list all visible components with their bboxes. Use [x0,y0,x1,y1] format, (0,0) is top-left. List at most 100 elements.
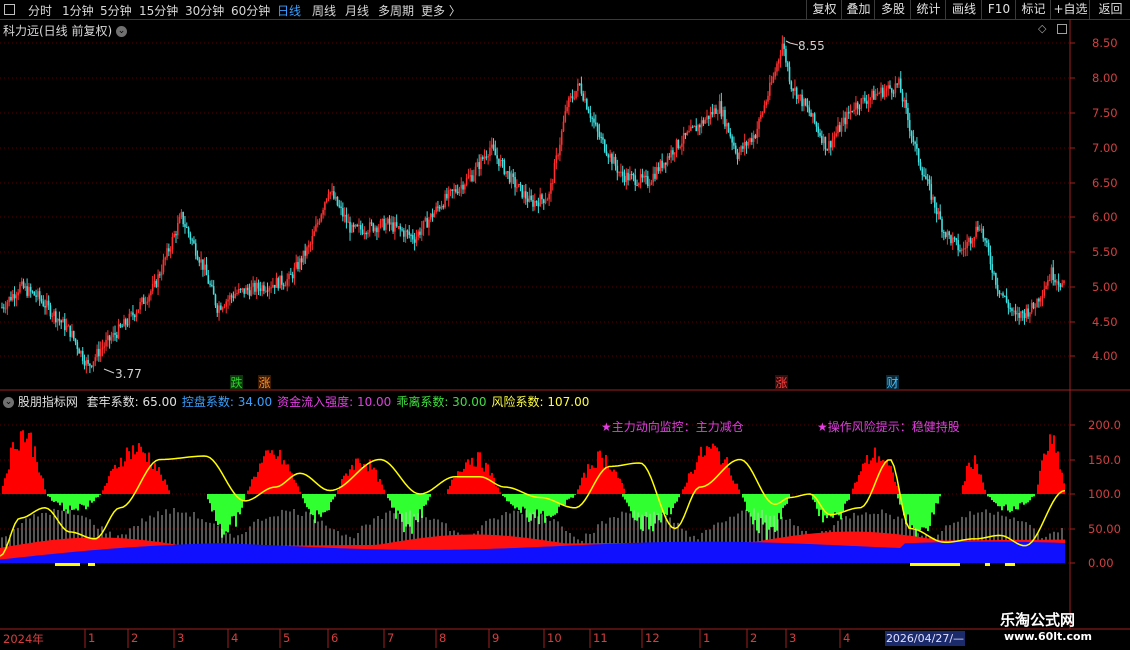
chevron-down-icon[interactable]: ⌄ [3,397,14,408]
toolbar-button-5[interactable]: F10 [981,0,1016,19]
candle-body [291,274,294,279]
candle-body [535,200,538,203]
toolbar-button-4[interactable]: 画线 [945,0,982,19]
candle-body [252,282,254,287]
toolbar-button-1[interactable]: 叠加 [841,0,875,19]
indicator-green-bar [1019,494,1021,504]
candle-body [797,94,800,100]
candle-body [871,90,873,98]
toolbar-button-2[interactable]: 多股 [874,0,911,19]
candle-body [403,230,405,237]
timeframe-2[interactable]: 5分钟 [100,2,132,19]
candle-body [169,249,172,252]
timeframe-8[interactable]: 月线 [345,2,369,19]
candle-body [426,217,428,228]
indicator-red-bar [128,451,130,494]
indicator-red-bar [886,459,888,494]
indicator-red-bar [962,485,964,494]
indicator-red-bar [455,477,457,494]
indicator-green-bar [1007,494,1009,511]
timeframe-7[interactable]: 周线 [312,2,336,19]
candle-body [133,315,136,318]
candle-body [67,325,70,327]
timeframe-0[interactable]: 分时 [28,2,52,19]
indicator-green-bar [91,494,93,503]
toolbar-button-3[interactable]: 统计 [910,0,946,19]
candle-body [51,315,54,317]
diamond-icon[interactable]: ◇ [1038,22,1046,35]
square-icon[interactable] [4,4,15,15]
candle-body [573,98,576,100]
candle-body [116,334,118,338]
candle-body [126,324,129,326]
candle-body [514,176,516,188]
candle-body [876,93,879,95]
indicator-red-bar [1063,483,1065,494]
candle-body [451,189,454,191]
candle-body [625,172,628,183]
candle-body [792,88,794,91]
candle-body [627,172,629,181]
indicator-green-bar [79,494,81,504]
candle-body [336,196,339,206]
candle-body [586,99,588,110]
indicator-red-bar [579,485,581,494]
indicator-green-bar [939,494,941,497]
candle-body [313,231,315,237]
candle-body [202,259,204,270]
indicator-red-bar [10,447,12,494]
toolbar-button-6[interactable]: 标记 [1015,0,1051,19]
timeframe-4[interactable]: 30分钟 [185,2,224,19]
candle-body [284,285,287,287]
candle-body [63,318,66,331]
candle-body [846,112,848,125]
indicator-green-bar [830,494,832,517]
candle-body [684,133,687,136]
close-panel-icon[interactable] [1057,24,1067,34]
candle-body [532,199,534,207]
candle-body [722,109,724,117]
candle-body [92,361,95,367]
indicator-green-bar [391,494,393,508]
candle-body [921,168,924,176]
candle-body [853,109,855,112]
candle-body [90,365,93,367]
indicator-green-bar [626,494,628,503]
indicator-red-bar [888,465,890,494]
date-axis-label: 1 [88,631,96,645]
indicator-red-bar [1043,453,1045,494]
candle-body [15,295,18,299]
candle-body [578,83,581,85]
indicator-red-bar [724,459,726,494]
timeframe-9[interactable]: 多周期 [378,2,414,19]
candle-body [352,224,355,227]
candle-body [230,295,233,297]
candle-body [709,111,712,120]
candle-body [394,222,396,232]
candle-body [612,156,615,164]
candle-body [270,287,272,289]
timeframe-10[interactable]: 更多 〉 [421,2,461,19]
candle-body [673,152,676,155]
toolbar-button-7[interactable]: +自选 [1050,0,1090,19]
timeframe-5[interactable]: 60分钟 [231,2,270,19]
candle-body [200,259,202,263]
toolbar-button-0[interactable]: 复权 [806,0,842,19]
candle-body [1023,313,1026,319]
timeframe-1[interactable]: 1分钟 [62,2,94,19]
chevron-down-icon[interactable]: ⌄ [116,26,128,37]
indicator-red-bar [471,457,473,494]
candle-body [957,240,959,251]
high-price-label: 8.55 [798,39,825,53]
indicator-green-bar [834,494,836,513]
toolbar-button-8[interactable]: 返回 [1089,0,1130,19]
indicator-red-bar [730,475,732,494]
timeframe-3[interactable]: 15分钟 [139,2,178,19]
indicator-red-bar [732,480,734,494]
indicator-red-bar [42,478,44,494]
indicator-green-bar [560,494,562,504]
candle-body [720,101,723,117]
timeframe-6[interactable]: 日线 [277,2,301,19]
candle-body [849,110,852,114]
indicator-green-bar [413,494,415,517]
